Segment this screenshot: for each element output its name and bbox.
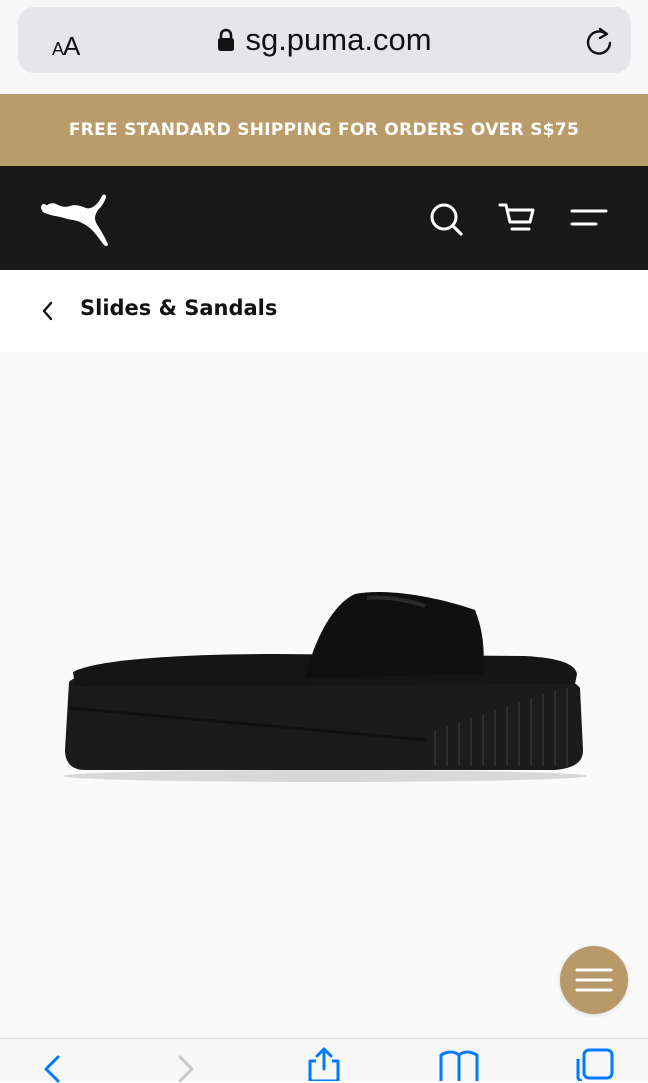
reload-icon[interactable] — [584, 25, 614, 57]
product-image — [63, 591, 587, 782]
menu-icon[interactable] — [570, 207, 608, 229]
browser-toolbar — [0, 1038, 648, 1083]
forward-icon[interactable] — [174, 1053, 200, 1083]
floating-menu-button[interactable] — [560, 946, 628, 1014]
chevron-left-icon[interactable] — [40, 300, 56, 322]
tabs-icon[interactable] — [574, 1047, 616, 1081]
search-icon[interactable] — [428, 201, 464, 237]
cart-icon[interactable] — [498, 202, 536, 236]
share-icon[interactable] — [306, 1045, 342, 1081]
breadcrumb-label[interactable]: Slides & Sandals — [80, 296, 277, 320]
lock-icon — [218, 28, 235, 51]
product-image-area[interactable] — [0, 352, 648, 1038]
bookmarks-icon[interactable] — [438, 1049, 480, 1081]
menu-icon — [575, 968, 613, 992]
url-text: sg.puma.com — [245, 22, 432, 57]
promo-text: FREE STANDARD SHIPPING FOR ORDERS OVER S… — [68, 120, 580, 140]
promo-banner[interactable]: FREE STANDARD SHIPPING FOR ORDERS OVER S… — [0, 94, 648, 166]
puma-logo[interactable] — [40, 192, 112, 248]
breadcrumb[interactable]: Slides & Sandals — [0, 270, 648, 352]
back-icon[interactable] — [38, 1053, 64, 1083]
browser-address-bar: AA sg.puma.com — [0, 0, 648, 94]
address-field[interactable]: AA sg.puma.com — [18, 7, 631, 73]
